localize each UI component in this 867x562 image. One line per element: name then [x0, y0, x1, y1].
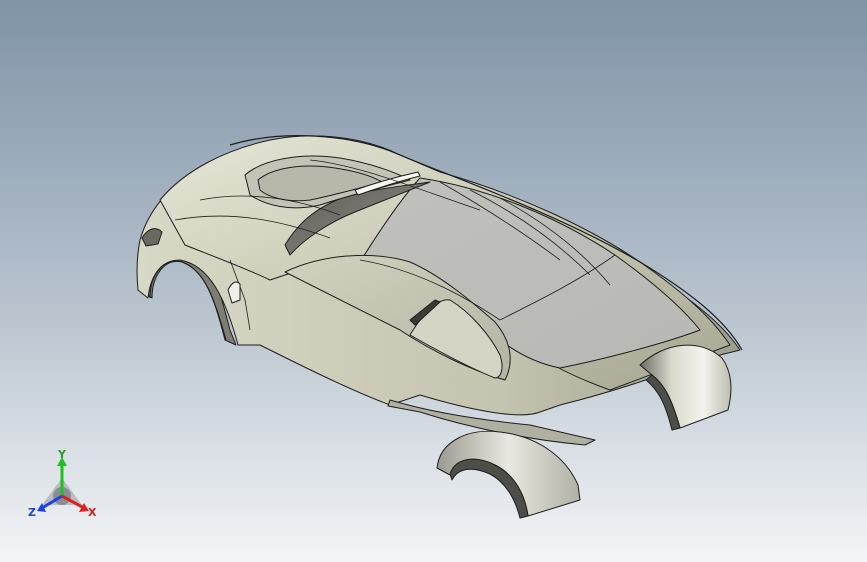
3d-model-viewport[interactable]: Y X Z — [0, 0, 867, 562]
y-axis-label: Y — [57, 448, 67, 461]
model-canvas[interactable]: Y X Z — [0, 0, 867, 562]
x-axis-label: X — [88, 506, 97, 519]
z-axis-label: Z — [28, 506, 36, 519]
